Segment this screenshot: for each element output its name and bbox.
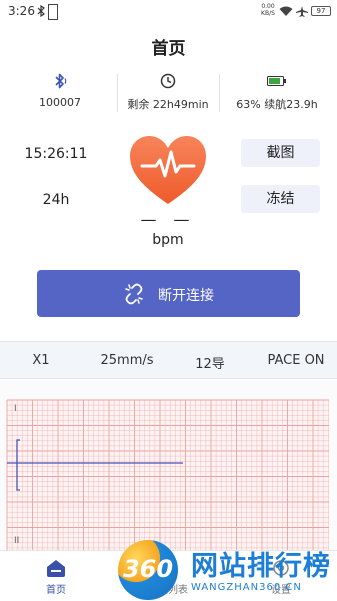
lead-setting[interactable]: 12导 (182, 353, 238, 372)
clock-icon (160, 73, 176, 89)
divider (219, 74, 220, 112)
status-bar: 3:26 0.00 KB/S 97 (0, 0, 337, 24)
notification-icon (48, 4, 58, 20)
network-rate-value: 0.00 (261, 3, 275, 10)
ecg-chart-area: I II (0, 380, 337, 550)
freeze-button[interactable]: 冻结 (241, 185, 320, 213)
speed-setting[interactable]: 25mm/s (92, 353, 162, 368)
wifi-icon (279, 6, 293, 16)
heart-icon (130, 136, 206, 204)
pace-setting[interactable]: PACE ON (258, 353, 334, 368)
page-title: 首页 (151, 39, 186, 59)
nav-home[interactable]: 首页 (0, 551, 112, 601)
battery-status: 63% 续航23.9h (236, 98, 318, 111)
ecg-settings-bar: X1 25mm/s 12导 PACE ON (0, 341, 337, 379)
watermark-number: 360 (122, 555, 174, 583)
battery-cell: 63% 续航23.9h (221, 66, 333, 118)
bluetooth-status-icon (37, 5, 45, 17)
ecg-grid: I II (6, 399, 329, 550)
unlink-icon (125, 283, 143, 305)
status-time: 3:26 (8, 4, 35, 18)
battery-icon (267, 76, 286, 86)
current-time: 15:26:11 (24, 146, 88, 162)
remaining-time: 剩余 22h49min (127, 98, 209, 111)
airplane-icon (296, 6, 308, 17)
network-rate-unit: KB/S (261, 10, 275, 17)
heart-rate-panel: 15:26:11 24h — — bpm 截图 冻结 (0, 130, 337, 255)
gain-setting[interactable]: X1 (18, 353, 64, 368)
screenshot-button[interactable]: 截图 (241, 139, 320, 167)
title-bar: 首页 (0, 24, 337, 64)
heart-rate-unit: bpm (152, 232, 184, 248)
status-battery-icon: 97 (311, 6, 331, 16)
remaining-time-cell: 剩余 22h49min (112, 66, 224, 118)
lead-label-ii: II (14, 536, 19, 546)
device-id-cell: 100007 (4, 66, 116, 118)
device-info-row: 100007 剩余 22h49min 63% 续航23.9h (0, 66, 337, 118)
network-rate: 0.00 KB/S (259, 3, 277, 17)
watermark-title: 网站排行榜 (191, 551, 331, 582)
home-icon (47, 560, 65, 577)
disconnect-label: 断开连接 (158, 288, 214, 304)
disconnect-button[interactable]: 断开连接 (37, 270, 300, 317)
time-range: 24h (42, 192, 70, 208)
lead-label-i: I (14, 404, 17, 414)
bluetooth-icon (55, 73, 67, 89)
nav-home-label: 首页 (46, 585, 66, 596)
watermark: 360 网站排行榜 WANGZHAN360.CN (118, 540, 337, 600)
watermark-subtitle: WANGZHAN360.CN (191, 582, 302, 593)
device-id: 100007 (39, 96, 81, 109)
heart-rate-value: — — (140, 210, 196, 229)
